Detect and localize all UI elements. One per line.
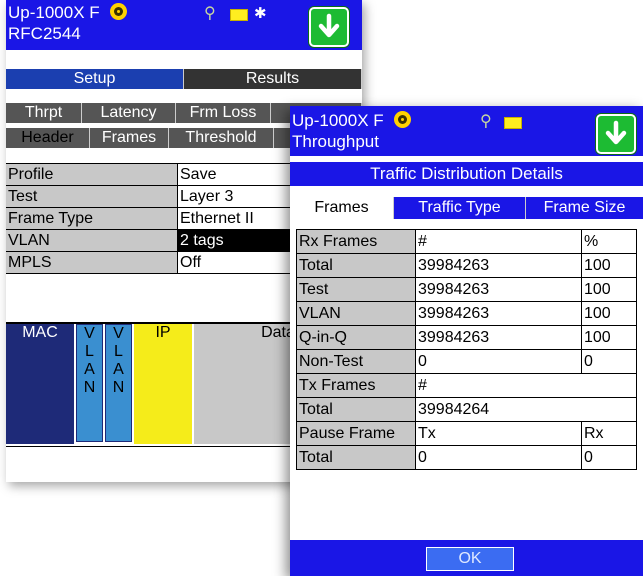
- download-button[interactable]: [596, 114, 636, 154]
- battery-icon: [504, 117, 522, 129]
- hazard-icon: [110, 3, 128, 20]
- setting-label: Test: [6, 186, 178, 207]
- tab-thrpt[interactable]: Thrpt: [6, 103, 82, 123]
- row-percent: 100: [581, 277, 637, 302]
- throughput-details-screen: Up-1000X F Throughput ⚲ Traffic Distribu…: [290, 106, 643, 576]
- setting-label: Profile: [6, 164, 178, 185]
- row-label: Q-in-Q: [296, 325, 416, 350]
- table-header-row: Pause Frame Tx Rx: [296, 421, 637, 446]
- hazard-icon: [394, 111, 412, 128]
- table-row: Total 39984264: [296, 397, 637, 422]
- row-percent: 100: [581, 325, 637, 350]
- bluetooth-icon: ✱: [254, 5, 267, 22]
- row-percent: 0: [581, 349, 637, 374]
- row-percent: 100: [581, 253, 637, 278]
- row-label: Non-Test: [296, 349, 416, 374]
- title-bar: Up-1000X F RFC2544 ⚲ ✱: [6, 0, 362, 50]
- col-header-pause-frame: Pause Frame: [296, 421, 416, 446]
- row-rx: 0: [581, 445, 637, 470]
- table-row: Non-Test 0 0: [296, 349, 637, 374]
- col-header-count: #: [415, 229, 582, 254]
- main-tabs: Setup Results: [6, 69, 362, 89]
- table-header-row: Rx Frames # %: [296, 229, 637, 254]
- table-header-row: Tx Frames #: [296, 373, 637, 398]
- table-row: Total 0 0: [296, 445, 637, 470]
- tab-frm-loss[interactable]: Frm Loss: [176, 103, 271, 123]
- rx-frames-table: Rx Frames # % Total 39984263 100 Test 39…: [296, 229, 637, 470]
- col-header-percent: %: [581, 229, 637, 254]
- download-arrow-icon: [605, 120, 627, 145]
- title-bar: Up-1000X F Throughput ⚲: [290, 106, 643, 156]
- col-header-tx: Tx: [415, 421, 582, 446]
- tab-results[interactable]: Results: [184, 69, 362, 89]
- row-percent: 100: [581, 301, 637, 326]
- setting-label: Frame Type: [6, 208, 178, 229]
- row-label: VLAN: [296, 301, 416, 326]
- row-tx: 0: [415, 445, 582, 470]
- tab-frames[interactable]: Frames: [290, 197, 394, 219]
- row-count: 0: [415, 349, 582, 374]
- setting-label: MPLS: [6, 252, 178, 273]
- row-label: Total: [296, 253, 416, 278]
- table-row: Total 39984263 100: [296, 253, 637, 278]
- tab-header[interactable]: Header: [6, 128, 90, 148]
- row-label: Total: [296, 445, 416, 470]
- panel-header: Traffic Distribution Details: [290, 162, 643, 186]
- row-label: Total: [296, 397, 416, 422]
- tab-frames[interactable]: Frames: [90, 128, 169, 148]
- device-title: Up-1000X F: [292, 111, 384, 130]
- bottom-bar: OK: [290, 540, 643, 576]
- download-arrow-icon: [318, 13, 340, 38]
- vlan-segment-2: V L A N: [105, 324, 132, 442]
- row-count: 39984263: [415, 253, 582, 278]
- col-header-rx-frames: Rx Frames: [296, 229, 416, 254]
- tab-latency[interactable]: Latency: [82, 103, 176, 123]
- ok-button[interactable]: OK: [426, 547, 514, 571]
- table-row: Test 39984263 100: [296, 277, 637, 302]
- plug-icon: ⚲: [204, 5, 216, 22]
- tab-traffic-type[interactable]: Traffic Type: [394, 197, 526, 219]
- ip-segment: IP: [134, 324, 192, 444]
- test-title: Throughput: [292, 132, 379, 151]
- row-label: Test: [296, 277, 416, 302]
- row-count: 39984264: [415, 397, 637, 422]
- row-count: 39984263: [415, 325, 582, 350]
- col-header-rx: Rx: [581, 421, 637, 446]
- device-title: Up-1000X F: [8, 3, 100, 22]
- table-row: Q-in-Q 39984263 100: [296, 325, 637, 350]
- mac-segment: MAC: [6, 324, 74, 444]
- setting-label: VLAN: [6, 230, 178, 251]
- vlan-segment-1: V L A N: [76, 324, 103, 442]
- tab-threshold[interactable]: Threshold: [169, 128, 274, 148]
- tab-setup[interactable]: Setup: [6, 69, 184, 89]
- download-button[interactable]: [309, 7, 349, 47]
- col-header-tx-frames: Tx Frames: [296, 373, 416, 398]
- col-header-count: #: [415, 373, 637, 398]
- plug-icon: ⚲: [480, 113, 492, 130]
- detail-tabs: Frames Traffic Type Frame Size: [290, 197, 643, 219]
- table-row: VLAN 39984263 100: [296, 301, 637, 326]
- tab-frame-size[interactable]: Frame Size: [526, 197, 643, 219]
- row-count: 39984263: [415, 301, 582, 326]
- test-title: RFC2544: [8, 24, 81, 43]
- battery-icon: [230, 9, 248, 21]
- row-count: 39984263: [415, 277, 582, 302]
